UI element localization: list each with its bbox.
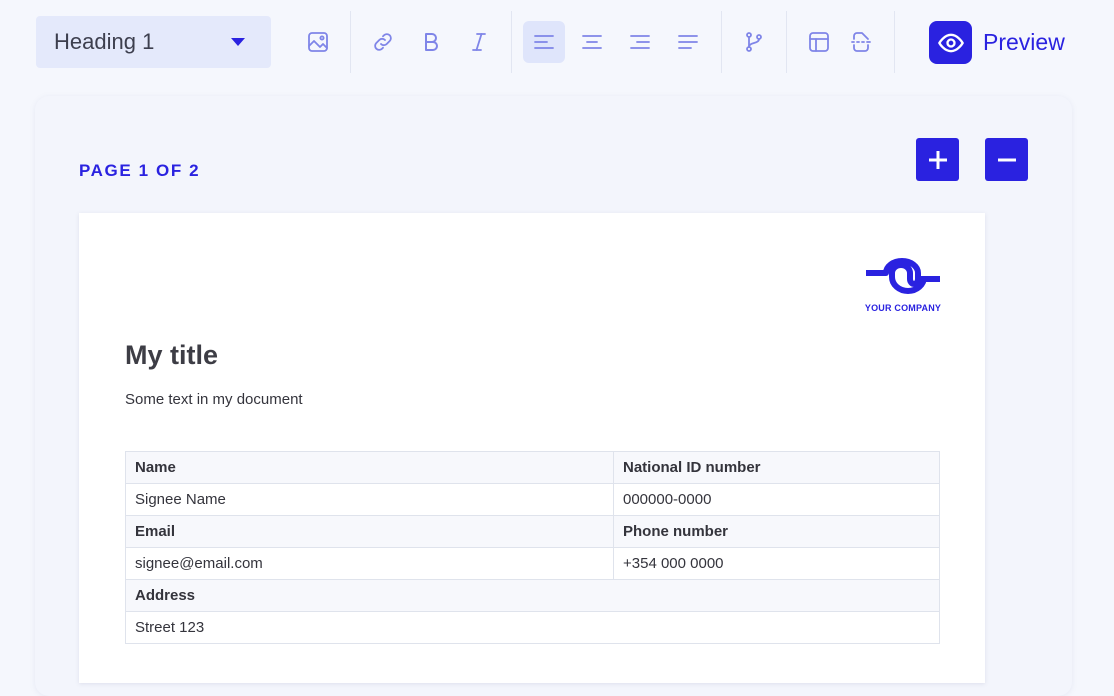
toolbar-divider: [350, 11, 351, 73]
table-cell[interactable]: Email: [125, 515, 614, 548]
image-icon: [308, 32, 328, 52]
insert-link-button[interactable]: [362, 21, 404, 63]
plus-icon: [928, 150, 947, 169]
bold-button[interactable]: [410, 21, 452, 63]
table-icon: [809, 32, 829, 52]
align-left-icon: [534, 35, 554, 49]
table-cell[interactable]: +354 000 0000: [613, 547, 940, 580]
table-cell[interactable]: Phone number: [613, 515, 940, 548]
justify-button[interactable]: [667, 21, 709, 63]
toolbar-divider: [894, 11, 895, 73]
company-logo-icon: [866, 258, 940, 294]
add-page-button[interactable]: [916, 138, 959, 181]
insert-table-button[interactable]: [798, 21, 840, 63]
page-break-button[interactable]: [840, 21, 882, 63]
heading-style-select[interactable]: Heading 1: [36, 16, 271, 68]
minus-icon: [997, 158, 1016, 161]
eye-icon: [937, 33, 964, 52]
table-row: Name National ID number: [125, 451, 940, 484]
signee-info-table[interactable]: Name National ID number Signee Name 0000…: [125, 451, 940, 644]
toolbar-divider: [786, 11, 787, 73]
table-row: Email Phone number: [125, 515, 940, 548]
link-icon: [374, 33, 392, 51]
table-cell[interactable]: Address: [125, 579, 940, 612]
insert-image-button[interactable]: [297, 21, 339, 63]
italic-icon: [472, 33, 486, 51]
page-indicator: PAGE 1 OF 2: [79, 161, 201, 180]
table-row: signee@email.com +354 000 0000: [125, 547, 940, 580]
table-cell[interactable]: Street 123: [125, 611, 940, 644]
table-row: Street 123: [125, 611, 940, 644]
git-branch-icon: [746, 32, 762, 52]
preview-label: Preview: [983, 29, 1065, 55]
table-row: Address: [125, 579, 940, 612]
table-cell[interactable]: Signee Name: [125, 483, 614, 516]
table-cell[interactable]: 000000-0000: [613, 483, 940, 516]
page-break-icon: [851, 32, 871, 52]
toolbar-divider: [721, 11, 722, 73]
editor-toolbar: Heading 1 Preview: [0, 0, 1114, 84]
document-title[interactable]: My title: [125, 340, 218, 371]
company-logo: YOUR COMPANY: [860, 256, 946, 314]
align-right-button[interactable]: [619, 21, 661, 63]
heading-style-value: Heading 1: [54, 29, 155, 54]
company-name: YOUR COMPANY: [864, 303, 942, 313]
align-center-button[interactable]: [571, 21, 613, 63]
insert-variable-button[interactable]: [733, 21, 775, 63]
document-body-text[interactable]: Some text in my document: [125, 391, 303, 408]
align-left-button[interactable]: [523, 21, 565, 63]
table-cell[interactable]: signee@email.com: [125, 547, 614, 580]
table-row: Signee Name 000000-0000: [125, 483, 940, 516]
chevron-down-icon: [231, 38, 245, 46]
align-right-icon: [630, 35, 650, 49]
italic-button[interactable]: [458, 21, 500, 63]
table-cell[interactable]: National ID number: [613, 451, 940, 484]
preview-button[interactable]: Preview: [929, 21, 1065, 64]
table-cell[interactable]: Name: [125, 451, 614, 484]
align-center-icon: [582, 35, 602, 49]
toolbar-divider: [511, 11, 512, 73]
preview-icon-box: [929, 21, 972, 64]
remove-page-button[interactable]: [985, 138, 1028, 181]
bold-icon: [425, 33, 438, 51]
align-justify-icon: [678, 35, 698, 49]
